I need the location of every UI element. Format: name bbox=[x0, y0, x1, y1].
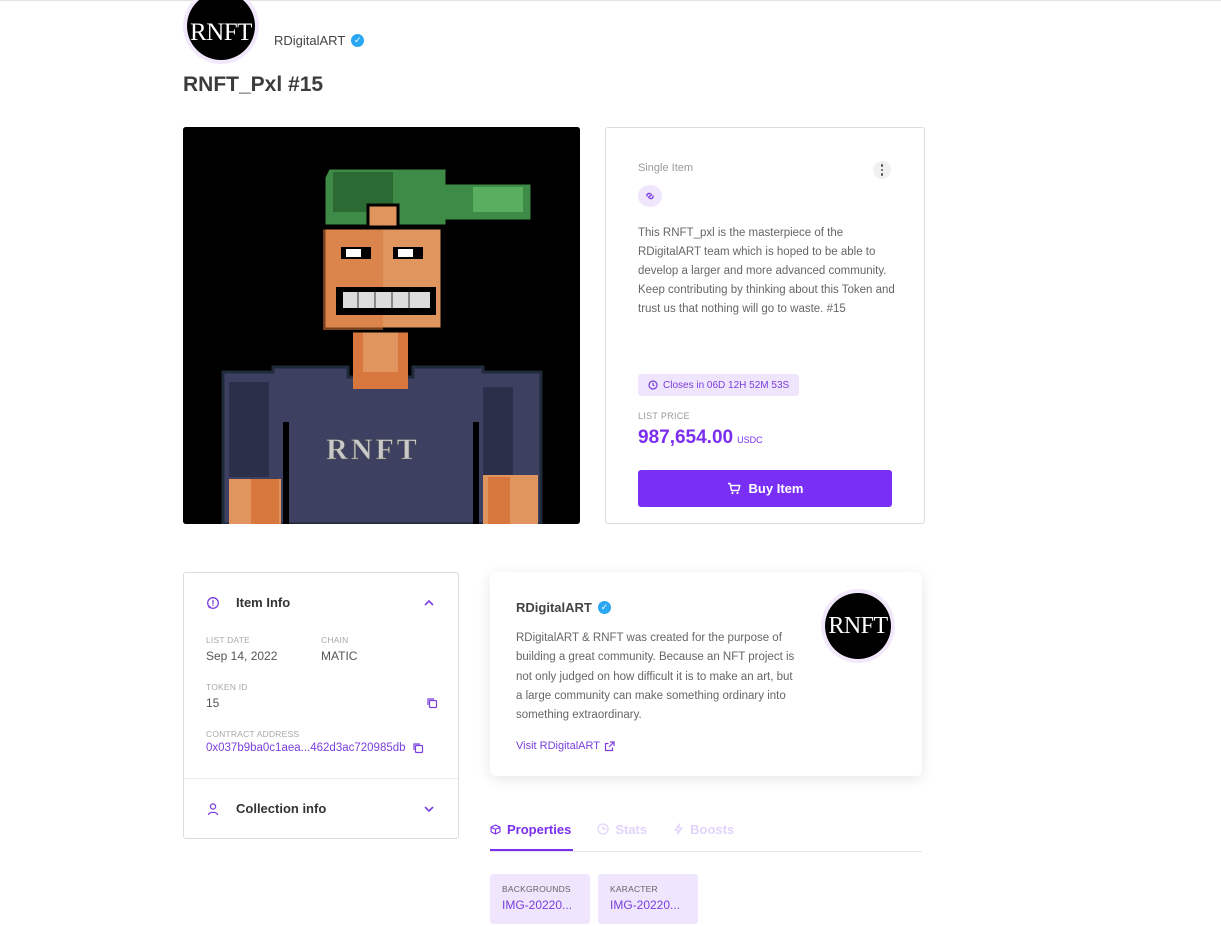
creator-card-name-text: RDigitalART bbox=[516, 600, 592, 615]
price-value: 987,654.00 bbox=[638, 427, 734, 448]
tab-properties[interactable]: Properties bbox=[490, 818, 571, 840]
stats-icon bbox=[597, 823, 609, 835]
list-date-label: LIST DATE bbox=[206, 635, 250, 645]
buy-item-label: Buy Item bbox=[748, 481, 804, 496]
price: 987,654.00 USDC bbox=[638, 427, 763, 449]
visit-creator-label: Visit RDigitalART bbox=[516, 740, 600, 752]
more-options-icon[interactable] bbox=[873, 161, 891, 179]
creator-description: RDigitalART & RNFT was created for the p… bbox=[516, 632, 795, 722]
creator-name: RDigitalART bbox=[274, 33, 346, 48]
creator-card: RDigitalART ✓ RDigitalART & RNFT was cre… bbox=[490, 572, 922, 776]
price-currency: USDC bbox=[737, 435, 763, 445]
bolt-icon bbox=[674, 823, 683, 835]
contract-label: CONTRACT ADDRESS bbox=[206, 729, 300, 739]
item-info-header[interactable]: Item Info bbox=[206, 595, 434, 610]
info-chat-icon bbox=[207, 596, 219, 609]
cart-icon bbox=[727, 482, 741, 495]
copy-icon[interactable] bbox=[412, 742, 424, 754]
property-label: KARACTER bbox=[610, 884, 658, 894]
tab-boosts-label: Boosts bbox=[690, 821, 735, 837]
token-id-value: 15 bbox=[206, 696, 220, 710]
property-value: IMG-20220... bbox=[502, 898, 573, 912]
external-link-icon bbox=[604, 740, 615, 751]
chevron-down-icon[interactable] bbox=[424, 805, 434, 812]
creator-link[interactable]: RDigitalART ✓ bbox=[274, 33, 365, 48]
user-icon bbox=[207, 802, 219, 815]
visit-creator-link[interactable]: Visit RDigitalART bbox=[516, 740, 615, 752]
tab-stats-label: Stats bbox=[615, 821, 648, 837]
buy-item-button[interactable]: Buy Item bbox=[638, 470, 892, 507]
tab-properties-label: Properties bbox=[507, 821, 572, 837]
shirt-logo-text: RNFT bbox=[326, 433, 420, 466]
avatar-logo-text: RNFT bbox=[825, 593, 891, 659]
chain-value: MATIC bbox=[321, 649, 358, 663]
tab-stats[interactable]: Stats bbox=[597, 818, 647, 840]
property-card[interactable]: BACKGROUNDS IMG-20220... bbox=[490, 874, 590, 924]
contract-address[interactable]: 0x037b9ba0c1aea...462d3ac720985db bbox=[206, 742, 424, 754]
contract-address-value: 0x037b9ba0c1aea...462d3ac720985db bbox=[206, 742, 406, 754]
countdown-text: Closes in 06D 12H 52M 53S bbox=[663, 379, 790, 391]
property-card[interactable]: KARACTER IMG-20220... bbox=[598, 874, 698, 924]
active-tab-indicator bbox=[490, 849, 573, 851]
item-description: This RNFT_pxl is the masterpiece of the … bbox=[638, 227, 895, 315]
pixel-art-character: RNFT bbox=[183, 127, 580, 524]
countdown-badge: Closes in 06D 12H 52M 53S bbox=[638, 374, 800, 396]
detail-tabs: Properties Stats Boosts bbox=[490, 818, 922, 852]
tab-boosts[interactable]: Boosts bbox=[673, 818, 734, 840]
verified-badge-icon: ✓ bbox=[351, 34, 365, 47]
verified-badge-icon: ✓ bbox=[597, 601, 611, 614]
list-date-value: Sep 14, 2022 bbox=[206, 649, 278, 663]
creator-card-name[interactable]: RDigitalART ✓ bbox=[516, 600, 611, 615]
page-title: RNFT_Pxl #15 bbox=[183, 73, 324, 96]
item-info-panel: Item Info LIST DATE Sep 14, 2022 CHAIN M… bbox=[183, 572, 459, 839]
divider bbox=[184, 778, 458, 779]
clock-icon bbox=[648, 380, 658, 390]
property-value: IMG-20220... bbox=[610, 898, 681, 912]
token-id-label: TOKEN ID bbox=[206, 682, 248, 692]
copy-icon[interactable] bbox=[426, 697, 438, 709]
collection-info-header[interactable]: Collection info bbox=[206, 801, 434, 816]
avatar-logo-text: RNFT bbox=[187, 0, 255, 60]
creator-card-avatar[interactable]: RNFT bbox=[821, 589, 895, 663]
item-info-title: Item Info bbox=[236, 595, 291, 610]
top-border bbox=[0, 0, 1221, 1]
property-label: BACKGROUNDS bbox=[502, 884, 571, 894]
nft-image[interactable]: RNFT bbox=[183, 127, 580, 524]
chevron-up-icon[interactable] bbox=[424, 599, 434, 606]
price-label: LIST PRICE bbox=[638, 411, 690, 421]
chain-label: CHAIN bbox=[321, 635, 349, 645]
item-type-label: Single Item bbox=[638, 162, 694, 174]
collection-info-title: Collection info bbox=[236, 801, 327, 816]
creator-avatar[interactable]: RNFT bbox=[183, 0, 259, 64]
cube-icon bbox=[490, 823, 501, 835]
buy-card: Single Item This RNFT_pxl is the masterp… bbox=[605, 127, 925, 524]
link-icon[interactable] bbox=[638, 185, 662, 207]
